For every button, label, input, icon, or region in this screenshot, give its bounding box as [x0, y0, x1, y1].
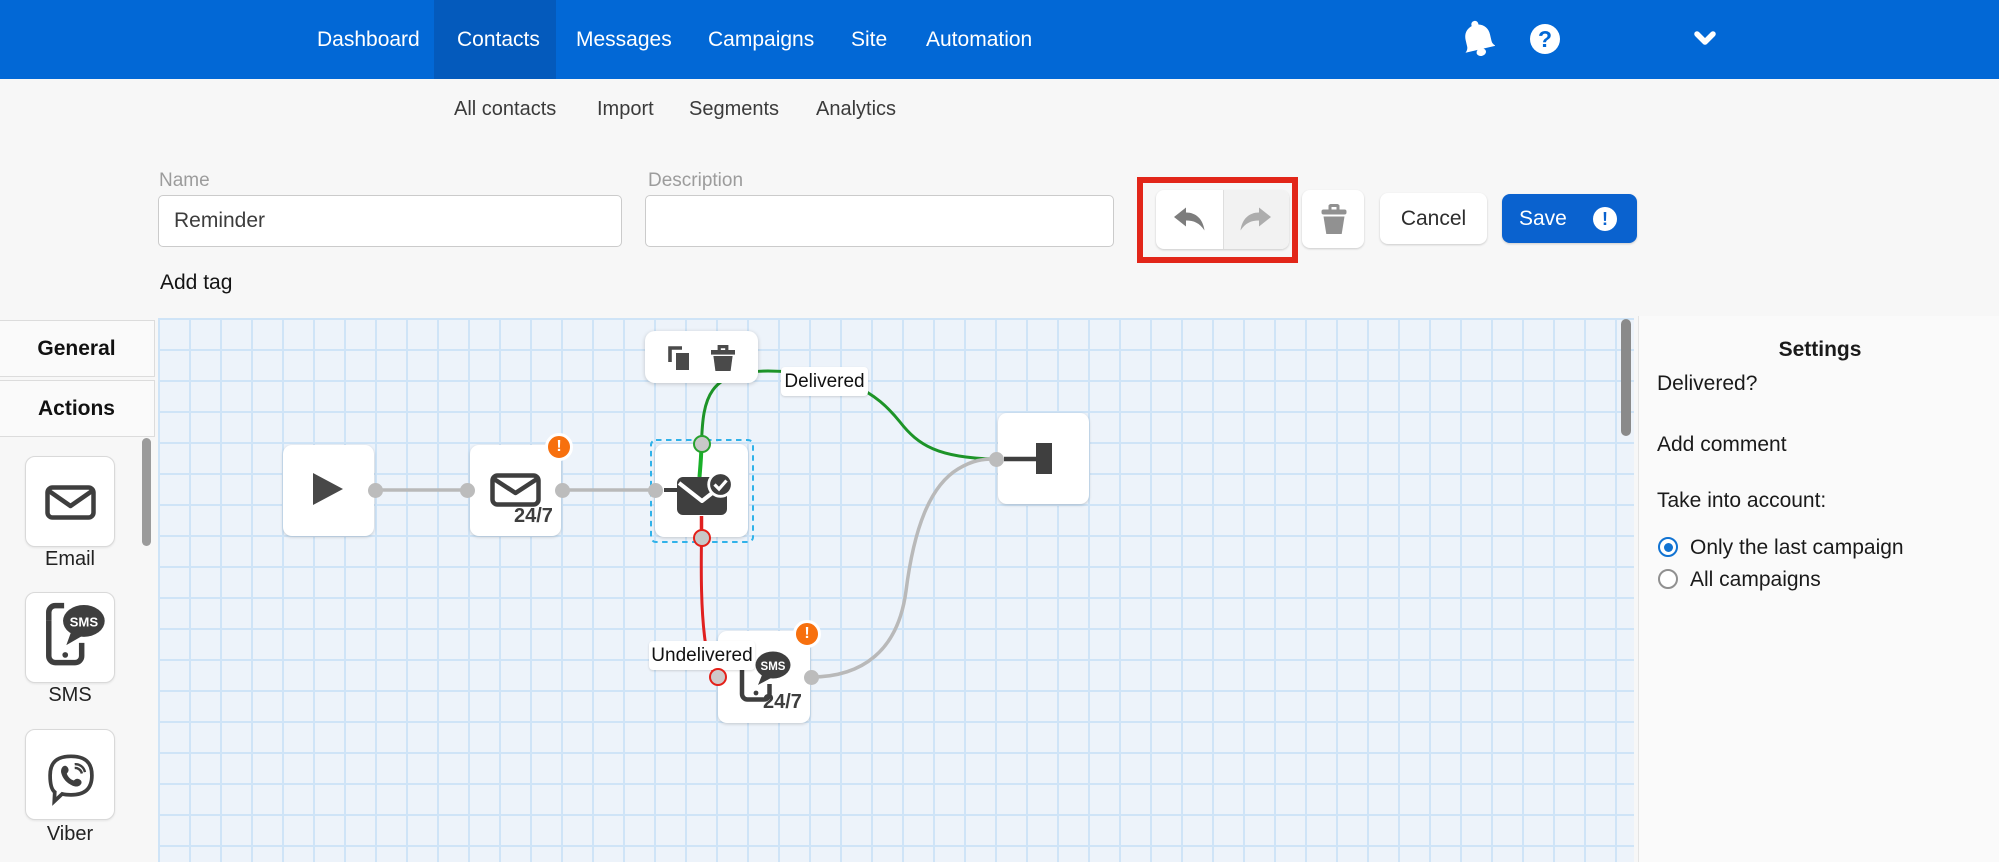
svg-text:SMS: SMS: [70, 614, 99, 629]
